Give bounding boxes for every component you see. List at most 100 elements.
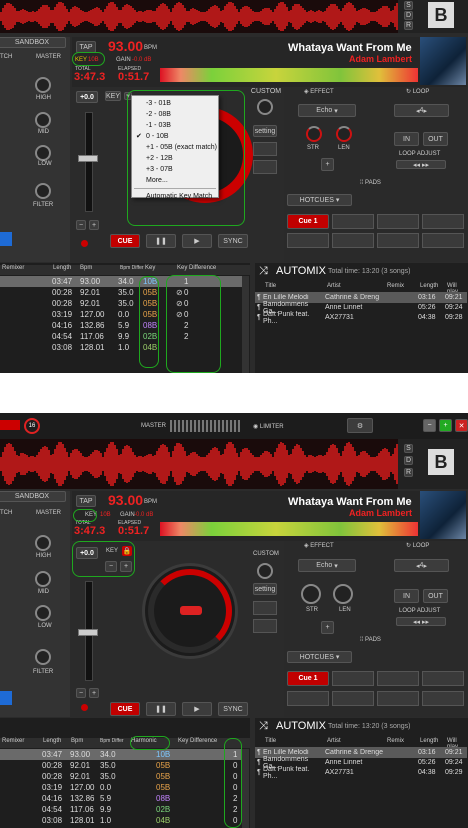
shuffle-icon[interactable]: ⤨ — [259, 720, 268, 733]
am-col-artist[interactable]: Artist — [327, 738, 341, 744]
r-button[interactable]: R — [404, 21, 413, 30]
d-button[interactable]: D — [404, 11, 413, 20]
effect-add-button[interactable]: + — [321, 158, 334, 171]
am-col-length[interactable]: Length — [420, 283, 438, 289]
track-waveform[interactable] — [0, 0, 398, 33]
pitch-minus-button[interactable]: − — [76, 688, 86, 698]
pitch-fader-track[interactable] — [85, 112, 93, 212]
col-bpm-differ[interactable]: Bpm Differ — [120, 265, 144, 271]
pitch-value[interactable]: +0.0 — [76, 91, 98, 103]
close-button[interactable]: ✕ — [455, 419, 468, 432]
eq-high-knob[interactable] — [35, 77, 51, 93]
pad[interactable] — [332, 214, 374, 229]
cue1-pad[interactable]: Cue 1 — [287, 671, 329, 686]
table-row[interactable]: 00:28 92.01 35.0 05B 0 — [0, 771, 242, 782]
hotcues-select[interactable]: HOTCUES ▾ — [287, 651, 352, 663]
cue-button[interactable]: CUE — [110, 234, 140, 248]
pause-button[interactable]: ❚❚ — [146, 702, 176, 716]
pad[interactable] — [422, 691, 464, 706]
filter-knob[interactable] — [35, 649, 51, 665]
loop-adjust-buttons[interactable]: ◂◂ ▸▸ — [396, 617, 446, 626]
pad[interactable] — [377, 233, 419, 248]
eq-mid-knob[interactable] — [35, 571, 51, 587]
play-button[interactable]: ▶ — [182, 702, 212, 716]
col-length[interactable]: Length — [43, 738, 61, 744]
track-overview-waveform[interactable] — [160, 522, 418, 536]
minimize-button[interactable]: − — [423, 419, 436, 432]
eq-low-knob[interactable] — [35, 605, 51, 621]
loop-out-button[interactable]: OUT — [423, 132, 448, 146]
col-key-difference[interactable]: Key Difference — [178, 738, 217, 744]
col-remixer[interactable]: Remixer — [2, 265, 24, 271]
custom-slot-2[interactable] — [253, 160, 277, 174]
pad[interactable] — [332, 691, 374, 706]
am-col-remix[interactable]: Remix — [387, 738, 404, 744]
len-knob[interactable] — [333, 584, 353, 604]
pitch-plus-button[interactable]: + — [89, 220, 99, 230]
col-key-difference[interactable]: Key Difference — [177, 265, 216, 271]
browser-scrollbar[interactable] — [242, 276, 249, 373]
am-col-length[interactable]: Length — [420, 738, 438, 744]
key-button[interactable]: KEY — [105, 91, 121, 101]
track-waveform[interactable] — [0, 439, 398, 489]
loop-size-selector[interactable]: ◂ 4 ▸ — [394, 559, 449, 572]
loop-in-button[interactable]: IN — [394, 589, 419, 603]
loop-size-selector[interactable]: ◂ 4 ▸ — [394, 104, 449, 117]
settings-button[interactable]: ⚙ — [347, 418, 373, 433]
sandbox-button[interactable]: SANDBOX — [0, 37, 66, 48]
table-row[interactable]: 03:08 128.01 1.0 04B 0 — [0, 815, 242, 826]
col-key[interactable]: Key — [145, 265, 155, 271]
col-remixer[interactable]: Remixer — [2, 738, 24, 744]
eq-mid-knob[interactable] — [35, 112, 51, 128]
custom-knob[interactable] — [257, 99, 273, 115]
custom-slot-1[interactable] — [253, 601, 277, 615]
cue1-pad[interactable]: Cue 1 — [287, 214, 329, 229]
pad[interactable] — [287, 233, 329, 248]
sync-button[interactable]: SYNC — [218, 234, 248, 248]
custom-slot-1[interactable] — [253, 142, 277, 156]
custom-knob[interactable] — [257, 563, 273, 579]
shuffle-icon[interactable]: ⤨ — [259, 265, 268, 278]
table-row[interactable]: 04:54 117.06 9.9 02B 2 — [0, 804, 242, 815]
r-button[interactable]: R — [404, 468, 413, 477]
automix-row[interactable]: ¶ Daft Punk feat. Ph... AX27731 04:38 09:28 — [255, 311, 467, 325]
filter-knob[interactable] — [35, 183, 51, 199]
loop-out-button[interactable]: OUT — [423, 589, 448, 603]
pitch-fader-handle[interactable] — [78, 629, 98, 636]
play-button[interactable]: ▶ — [182, 234, 212, 248]
sync-button[interactable]: SYNC — [218, 702, 248, 716]
custom-slot-2[interactable] — [253, 619, 277, 633]
col-bpm[interactable]: Bpm — [71, 738, 83, 744]
eq-low-knob[interactable] — [35, 145, 51, 161]
pad[interactable] — [332, 671, 374, 686]
deck-b-label[interactable]: B — [428, 2, 454, 28]
browser-scrollbar[interactable] — [242, 749, 249, 828]
am-col-remix[interactable]: Remix — [387, 283, 404, 289]
loop-adjust-buttons[interactable]: ◂◂ ▸▸ — [396, 160, 446, 169]
maximize-button[interactable]: + — [439, 419, 452, 432]
col-bpm-differ[interactable]: Bpm Differ — [100, 738, 124, 744]
am-col-title[interactable]: Title — [265, 738, 276, 744]
table-row[interactable]: 00:28 92.01 35.0 05B 0 — [0, 760, 242, 771]
jog-wheel[interactable] — [142, 563, 238, 659]
track-overview-waveform[interactable] — [160, 68, 418, 82]
pad[interactable] — [422, 671, 464, 686]
setting-button[interactable]: setting — [253, 125, 277, 137]
pad[interactable] — [287, 691, 329, 706]
table-row[interactable]: 03:19 127.00 0.0 05B 0 — [0, 782, 242, 793]
effect-select[interactable]: Echo ▾ — [298, 559, 356, 572]
pad[interactable] — [377, 214, 419, 229]
tap-button[interactable]: TAP — [76, 495, 96, 507]
am-col-artist[interactable]: Artist — [327, 283, 341, 289]
s-button[interactable]: S — [404, 444, 413, 453]
pad[interactable] — [377, 671, 419, 686]
effect-select[interactable]: Echo ▾ — [298, 104, 356, 117]
col-length[interactable]: Length — [53, 265, 71, 271]
str-knob[interactable] — [306, 126, 322, 142]
s-button[interactable]: S — [404, 1, 413, 10]
loop-in-button[interactable]: IN — [394, 132, 419, 146]
hotcues-select[interactable]: HOTCUES ▾ — [287, 194, 352, 206]
pitch-plus-button[interactable]: + — [89, 688, 99, 698]
pitch-minus-button[interactable]: − — [76, 220, 86, 230]
am-col-title[interactable]: Title — [265, 283, 276, 289]
